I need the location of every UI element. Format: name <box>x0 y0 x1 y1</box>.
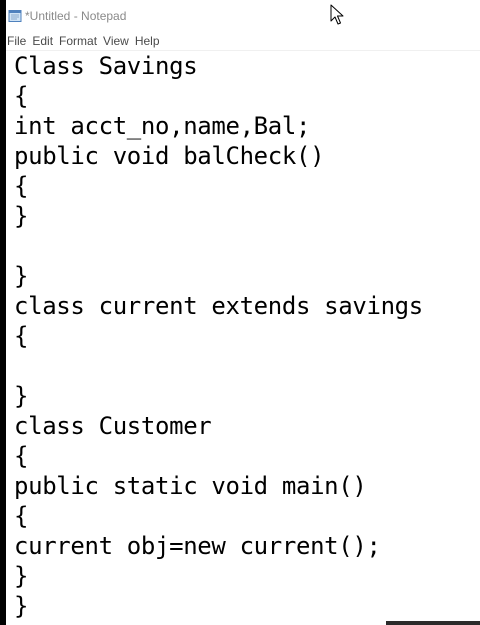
title-bar[interactable]: *Untitled - Notepad <box>6 0 480 32</box>
code-line: } <box>14 262 29 290</box>
code-line: } <box>14 592 29 620</box>
menu-bar: File Edit Format View Help <box>6 32 480 51</box>
menu-edit[interactable]: Edit <box>32 34 53 48</box>
text-editor[interactable]: Class Savings { int acct_no,name,Bal; pu… <box>6 51 480 625</box>
menu-view[interactable]: View <box>103 34 129 48</box>
code-line: } <box>14 562 29 590</box>
menu-help[interactable]: Help <box>135 34 160 48</box>
mouse-pointer-icon <box>330 4 346 26</box>
code-line: Class Savings <box>14 52 198 80</box>
notepad-icon <box>8 9 22 23</box>
window-title: *Untitled - Notepad <box>25 9 127 23</box>
code-line: { <box>14 172 29 200</box>
code-line: { <box>14 322 29 350</box>
menu-file[interactable]: File <box>7 34 26 48</box>
code-line: public void balCheck() <box>14 142 325 170</box>
code-line: public static void main() <box>14 472 367 500</box>
notepad-window: *Untitled - Notepad File Edit Format Vie… <box>6 0 480 625</box>
code-line: } <box>14 382 29 410</box>
code-line: current obj=new current(); <box>14 532 381 560</box>
code-line: int acct_no,name,Bal; <box>14 112 311 140</box>
code-line: { <box>14 82 29 110</box>
code-line: { <box>14 442 29 470</box>
code-line: class current extends savings <box>14 292 423 320</box>
taskbar-edge <box>386 621 480 625</box>
code-line: } <box>14 202 29 230</box>
menu-format[interactable]: Format <box>59 34 97 48</box>
code-line: class Customer <box>14 412 212 440</box>
code-line: { <box>14 502 29 530</box>
